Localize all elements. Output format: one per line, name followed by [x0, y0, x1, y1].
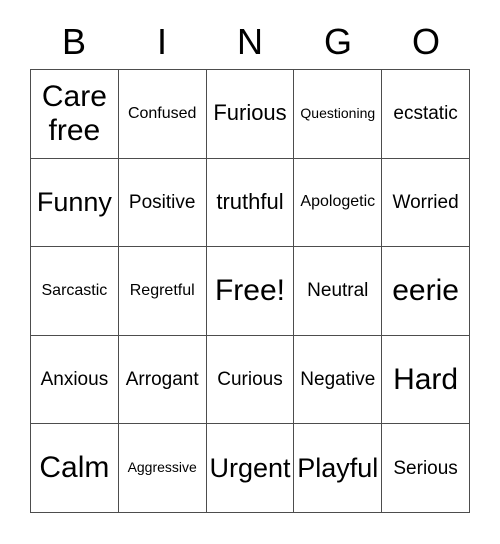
bingo-cell-r3-c1[interactable]: Sarcastic	[31, 247, 119, 336]
bingo-cell-r5-c5[interactable]: Serious	[382, 424, 470, 513]
bingo-cell-r4-c2[interactable]: Arrogant	[118, 335, 207, 425]
bingo-cell-label: Free!	[214, 274, 285, 308]
bingo-header-letter-n: N	[237, 20, 263, 62]
bingo-cell-r2-c5[interactable]: Worried	[382, 158, 470, 248]
bingo-cell-r3-c2[interactable]: Regretful	[118, 247, 207, 336]
bingo-cell-label: Anxious	[40, 368, 109, 390]
bingo-cell-label: Confused	[127, 104, 197, 122]
bingo-cell-r2-c2[interactable]: Positive	[118, 158, 207, 248]
bingo-cell-r4-c4[interactable]: Negative	[294, 335, 383, 425]
bingo-cell-label: ecstatic	[393, 103, 458, 125]
bingo-grid: Care free Confused Furious Questioning ecsta…	[30, 69, 470, 513]
bingo-cell-r1-c4[interactable]: Questioning	[294, 70, 383, 159]
bingo-cell-label: Playful	[297, 453, 379, 484]
bingo-cell-label: Worried	[392, 191, 459, 213]
bingo-cell-r3-c4[interactable]: Neutral	[294, 247, 383, 336]
bingo-cell-label: Furious	[213, 100, 287, 126]
bingo-cell-r2-c3[interactable]: truthful	[206, 158, 295, 248]
bingo-cell-label: Curious	[217, 368, 283, 390]
bingo-header-letter-b: B	[61, 20, 86, 62]
bingo-cell-label: Funny	[36, 187, 112, 218]
bingo-cell-r5-c4[interactable]: Playful	[294, 424, 383, 513]
bingo-cell-r1-c3[interactable]: Furious	[206, 70, 295, 159]
bingo-card: B I N G O Care free Confused Furious Questionin…	[0, 0, 500, 544]
bingo-cell-r2-c4[interactable]: Apologetic	[294, 158, 383, 248]
bingo-cell-label: Regretful	[129, 282, 195, 300]
bingo-cell-label: Urgent	[209, 453, 291, 484]
bingo-cell-label: Apologetic	[300, 193, 376, 211]
bingo-header-letter-g: G	[323, 20, 352, 62]
bingo-cell-label: Care free	[41, 80, 107, 147]
bingo-cell-r5-c3[interactable]: Urgent	[206, 424, 295, 513]
bingo-header-letter-o: O	[411, 20, 440, 62]
bingo-cell-r1-c2[interactable]: Confused	[118, 70, 207, 159]
bingo-free-space[interactable]: Free!	[206, 247, 295, 336]
bingo-cell-label: Aggressive	[127, 459, 197, 476]
bingo-cell-label: eerie	[392, 274, 459, 308]
bingo-cell-label: Serious	[393, 457, 458, 479]
bingo-cell-label: Arrogant	[125, 368, 199, 390]
bingo-cell-r2-c1[interactable]: Funny	[31, 158, 119, 248]
bingo-cell-r5-c2[interactable]: Aggressive	[118, 424, 207, 513]
bingo-cell-r4-c5[interactable]: Hard	[382, 335, 470, 425]
bingo-cell-r1-c1[interactable]: Care free	[31, 70, 119, 159]
bingo-cell-label: Sarcastic	[41, 282, 108, 300]
bingo-cell-r4-c3[interactable]: Curious	[206, 335, 295, 425]
bingo-cell-label: Hard	[393, 362, 459, 396]
bingo-cell-r1-c5[interactable]: ecstatic	[382, 70, 470, 159]
bingo-cell-label: Neutral	[307, 280, 369, 302]
bingo-cell-label: truthful	[216, 189, 284, 215]
bingo-cell-label: Positive	[128, 191, 196, 213]
bingo-cell-r3-c5[interactable]: eerie	[382, 247, 470, 336]
bingo-cell-label: Negative	[300, 368, 376, 390]
bingo-cell-label: Questioning	[300, 104, 376, 121]
bingo-header-row: BINGO	[30, 14, 470, 69]
bingo-cell-r4-c1[interactable]: Anxious	[31, 335, 119, 425]
bingo-header-letter-i: I	[156, 20, 167, 62]
bingo-cell-r5-c1[interactable]: Calm	[31, 424, 119, 513]
bingo-cell-label: Calm	[39, 451, 110, 485]
